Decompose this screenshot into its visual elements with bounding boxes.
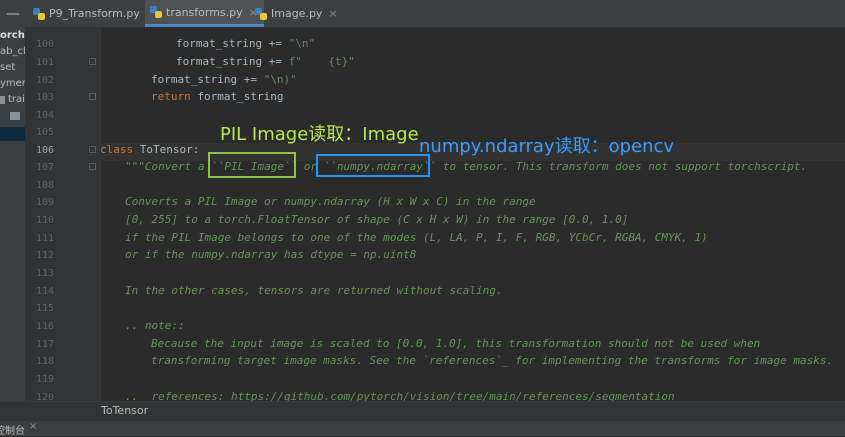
numpy-annotation: numpy.ndarray读取：opencv: [419, 136, 675, 157]
python-file-icon: [255, 7, 267, 20]
line-number-gutter: 100 101 102 103 104 105 106 107 108 109 …: [25, 27, 101, 403]
code-line-102: format_string += "\n)": [151, 73, 297, 86]
line-number: 111: [35, 233, 54, 244]
project-panel: orch ab_ch set ymen trai: [0, 27, 25, 401]
line-number: 107: [35, 162, 54, 173]
line-number: 102: [35, 75, 54, 86]
fold-marker-icon[interactable]: [89, 146, 96, 153]
python-file-icon: [33, 7, 45, 20]
code-line-106: class ToTensor:: [100, 143, 200, 156]
project-item[interactable]: ymen: [0, 78, 25, 89]
code-line-109: Converts a PIL Image or numpy.ndarray (H…: [125, 195, 536, 208]
breadcrumb: ToTensor: [0, 401, 845, 422]
tab-label: Image.py: [271, 7, 323, 20]
tab-image[interactable]: Image.py ×: [250, 0, 338, 27]
code-line-116: .. note::: [125, 319, 185, 332]
project-item[interactable]: set: [0, 62, 15, 73]
line-number: 117: [35, 339, 54, 350]
line-number: 109: [35, 197, 54, 208]
line-number: 104: [35, 110, 54, 121]
line-number: 108: [35, 180, 54, 191]
breadcrumb-item[interactable]: ToTensor: [101, 404, 148, 417]
tab-transforms[interactable]: transforms.py ×: [145, 0, 264, 27]
line-number: 110: [35, 215, 54, 226]
console-tab[interactable]: 控制台: [0, 422, 25, 437]
tab-p9-transform[interactable]: P9_Transform.py ×: [28, 0, 155, 27]
project-item[interactable]: trai: [8, 94, 25, 105]
code-line-120: .. _references: https://github.com/pytor…: [125, 390, 675, 401]
close-icon[interactable]: ×: [328, 7, 337, 20]
line-number: 119: [35, 374, 54, 385]
folder-icon: [10, 112, 20, 120]
line-number: 106: [35, 145, 54, 156]
code-editor[interactable]: format_string += "\n" format_string += f…: [100, 27, 845, 401]
numpy-ndarray-highlight-box: [316, 154, 430, 177]
line-number: 100: [35, 39, 54, 50]
editor-tab-bar: — P9_Transform.py × transforms.py × Imag…: [0, 0, 845, 28]
code-line-103: return format_string: [151, 90, 284, 103]
selected-project-item[interactable]: [0, 127, 25, 141]
line-number: 116: [35, 321, 54, 332]
code-line-112: or if the numpy.ndarray has dtype = np.u…: [125, 248, 417, 261]
close-icon[interactable]: ×: [29, 421, 37, 432]
tab-label: transforms.py: [166, 5, 243, 19]
minimize-icon[interactable]: —: [6, 6, 20, 22]
status-bar: 控制台 ×: [0, 421, 845, 437]
code-line-111: if the PIL Image belongs to one of the m…: [125, 231, 708, 244]
pil-image-highlight-box: [208, 152, 296, 178]
python-file-icon: [150, 6, 162, 18]
project-item[interactable]: ab_ch: [0, 46, 25, 57]
fold-marker-icon[interactable]: [89, 93, 96, 100]
fold-marker-icon[interactable]: [89, 163, 96, 170]
code-line-110: [0, 255] to a torch.FloatTensor of shape…: [125, 213, 629, 226]
folder-icon: [0, 96, 5, 104]
tab-label: P9_Transform.py: [49, 7, 140, 20]
code-line-114: In the other cases, tensors are returned…: [125, 284, 503, 297]
line-number: 105: [35, 127, 54, 138]
line-number: 118: [35, 356, 54, 367]
line-number: 115: [35, 303, 54, 314]
code-line-117: Because the input image is scaled to [0.…: [151, 337, 761, 350]
line-number: 114: [35, 286, 54, 297]
line-number: 103: [35, 92, 54, 103]
fold-marker-icon[interactable]: [89, 58, 96, 65]
line-number: 113: [35, 268, 54, 279]
line-number: 112: [35, 250, 54, 261]
code-line-118: transforming target image masks. See the…: [151, 354, 834, 367]
code-line-100: format_string += "\n": [176, 37, 316, 50]
code-line-101: format_string += f" {t}": [176, 55, 355, 68]
project-item[interactable]: orch: [0, 30, 25, 41]
line-number: 101: [35, 57, 54, 68]
pil-image-annotation: PIL Image读取：Image: [220, 124, 419, 145]
